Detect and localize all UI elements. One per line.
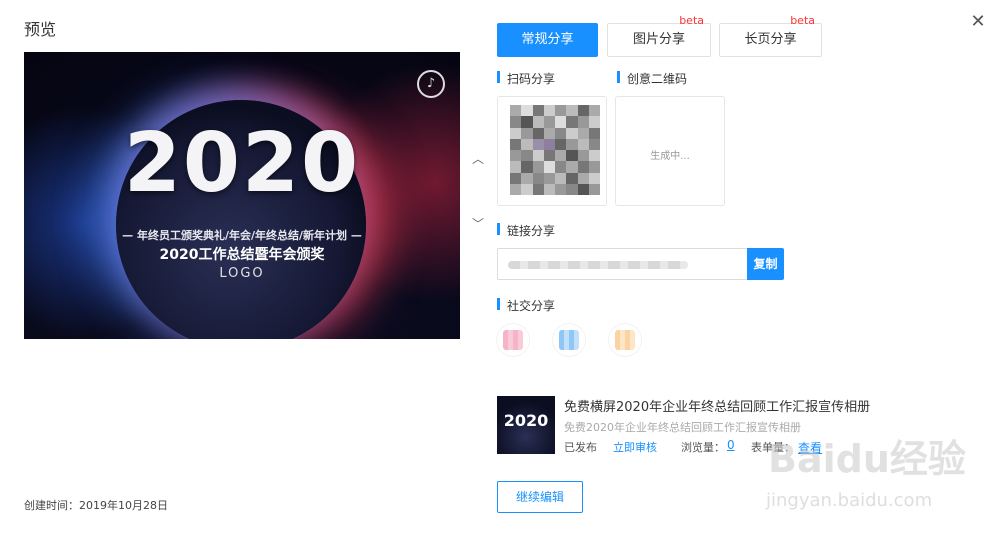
creative-qr-label: 创意二维码: [617, 70, 687, 87]
creative-qr-box[interactable]: 生成中...: [615, 96, 725, 206]
continue-edit-button[interactable]: 继续编辑: [497, 481, 583, 513]
thumbnail-year: 2020: [503, 411, 549, 430]
baidu-watermark-url: jingyan.baidu.com: [766, 490, 933, 511]
weibo-icon: [503, 330, 523, 350]
qq-icon: [559, 330, 579, 350]
beta-badge: beta: [790, 14, 815, 27]
social-share-qq-button[interactable]: [553, 324, 585, 356]
qr-code-image: [510, 105, 600, 195]
views-count-link[interactable]: 0: [727, 438, 735, 452]
review-now-link[interactable]: 立即审核: [613, 439, 657, 455]
tab-label: 长页分享: [744, 32, 797, 47]
beta-badge: beta: [679, 14, 704, 27]
social-share-qzone-button[interactable]: [609, 324, 641, 356]
work-subtitle: 免费2020年企业年终总结回顾工作汇报宣传相册: [564, 421, 801, 434]
poster-year: 2020: [123, 116, 361, 211]
work-title: 免费横屏2020年企业年终总结回顾工作汇报宣传相册: [564, 400, 871, 415]
chevron-down-icon[interactable]: ﹀: [471, 217, 485, 231]
share-link-field[interactable]: [497, 248, 747, 280]
qr-code: [497, 96, 607, 206]
poster-subtitle: — 年终员工颁奖典礼/年会/年终总结/新年计划 —: [122, 229, 362, 242]
music-icon[interactable]: ♪: [417, 70, 445, 98]
tab-long-page-share[interactable]: 长页分享 beta: [719, 15, 822, 57]
link-share-label: 链接分享: [497, 222, 555, 239]
poster-logo-text: LOGO: [219, 266, 265, 281]
tab-regular-share[interactable]: 常规分享: [497, 23, 598, 57]
poster-preview: ♪ 2020 — 年终员工颁奖典礼/年会/年终总结/新年计划 — 2020工作总…: [24, 52, 460, 339]
views-label: 浏览量：: [681, 441, 725, 454]
tab-image-share[interactable]: 图片分享 beta: [607, 15, 711, 57]
poster-main-title: 2020工作总结暨年会颁奖: [159, 247, 325, 263]
baidu-watermark: Baidu经验: [768, 437, 966, 481]
tab-label: 图片分享: [632, 32, 685, 47]
generating-text: 生成中...: [650, 151, 690, 162]
tab-label: 常规分享: [521, 32, 574, 47]
work-status: 已发布: [564, 441, 597, 454]
copy-button[interactable]: 复制: [747, 248, 784, 280]
scan-share-label: 扫码分享: [497, 70, 555, 87]
social-share-weibo-button[interactable]: [497, 324, 529, 356]
work-thumbnail: 2020: [497, 396, 555, 454]
close-icon[interactable]: ✕: [968, 12, 988, 32]
share-link-value: [508, 261, 688, 269]
social-share-label: 社交分享: [497, 297, 555, 314]
page-title: 预览: [24, 20, 57, 39]
created-time: 创建时间：2019年10月28日: [24, 499, 168, 512]
qzone-icon: [615, 330, 635, 350]
chevron-up-icon[interactable]: ︿: [471, 152, 485, 166]
